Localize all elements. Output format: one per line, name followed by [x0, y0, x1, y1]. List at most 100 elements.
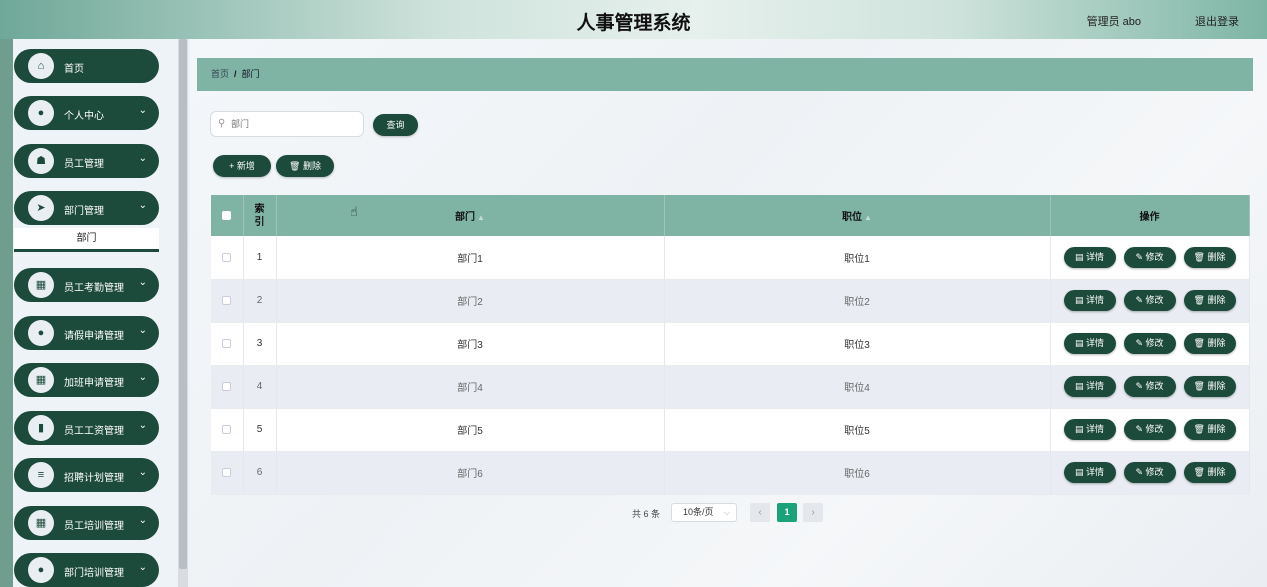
- thumb-icon: ☗: [28, 148, 54, 174]
- edit-button[interactable]: ✎ 修改: [1123, 290, 1176, 311]
- row-checkbox[interactable]: [222, 252, 232, 262]
- select-all-checkbox[interactable]: [222, 210, 232, 220]
- detail-button[interactable]: ▤ 详情: [1063, 290, 1116, 311]
- delete-button[interactable]: 🗑 删除: [1183, 376, 1236, 397]
- chevron-down-icon: ⌄: [138, 200, 147, 211]
- cell-index: 5: [243, 408, 277, 452]
- bar-chart-icon: ▮: [28, 415, 54, 441]
- detail-button[interactable]: ▤ 详情: [1063, 376, 1116, 397]
- logout-link[interactable]: 退出登录: [1195, 13, 1239, 29]
- table-row[interactable]: 4 部门4 职位4 ▤ 详情 ✎ 修改 🗑 删除: [211, 365, 1250, 409]
- row-checkbox[interactable]: [222, 295, 232, 305]
- add-button[interactable]: + 新增: [213, 155, 271, 177]
- row-select-cell[interactable]: [211, 365, 244, 409]
- row-select-cell[interactable]: [211, 279, 244, 323]
- document-icon: ▤: [1074, 424, 1086, 434]
- sidebar-item-label: 加班申请管理: [64, 378, 124, 389]
- next-page-button[interactable]: ›: [803, 503, 823, 522]
- edit-label: 修改: [1145, 381, 1164, 391]
- search-button[interactable]: 查询: [373, 114, 418, 136]
- batch-delete-button[interactable]: 🗑 删除: [276, 155, 334, 177]
- edit-label: 修改: [1145, 295, 1164, 305]
- delete-label: 删除: [1207, 424, 1226, 434]
- person-icon: ●: [28, 557, 54, 583]
- list-icon: ≡: [28, 462, 54, 488]
- sidebar-item-3[interactable]: ➤ 部门管理 ⌄: [14, 191, 159, 225]
- row-select-cell[interactable]: [211, 451, 244, 495]
- detail-button[interactable]: ▤ 详情: [1063, 419, 1116, 440]
- sidebar-scrollbar-thumb[interactable]: [179, 39, 187, 569]
- table-row[interactable]: 6 部门6 职位6 ▤ 详情 ✎ 修改 🗑 删除: [211, 451, 1250, 495]
- column-header-dept[interactable]: 部门 ▲: [276, 195, 665, 236]
- sidebar-item-6[interactable]: ▦ 加班申请管理 ⌄: [14, 363, 159, 397]
- submenu-item-dept[interactable]: 部门: [14, 228, 159, 252]
- detail-button[interactable]: ▤ 详情: [1063, 246, 1116, 268]
- edit-button[interactable]: ✎ 修改: [1123, 246, 1176, 268]
- sidebar-item-8[interactable]: ≡ 招聘计划管理 ⌄: [14, 458, 159, 492]
- edit-button[interactable]: ✎ 修改: [1123, 376, 1176, 397]
- column-header-actions: 操作: [1050, 195, 1250, 236]
- sidebar-item-1[interactable]: ● 个人中心 ⌄: [14, 96, 159, 130]
- row-checkbox[interactable]: [222, 381, 232, 391]
- sidebar-item-7[interactable]: ▮ 员工工资管理 ⌄: [14, 411, 159, 445]
- search-field[interactable]: ⚲: [210, 111, 364, 137]
- edit-label: 修改: [1145, 424, 1164, 434]
- sidebar-scrollbar[interactable]: [178, 39, 188, 587]
- cell-index: 6: [243, 451, 277, 495]
- sidebar-item-label: 员工管理: [64, 159, 104, 170]
- delete-button[interactable]: 🗑 删除: [1183, 462, 1236, 483]
- trash-icon: 🗑: [1193, 424, 1208, 434]
- chevron-down-icon: ⌄: [138, 467, 147, 478]
- sidebar-item-4[interactable]: ▦ 员工考勤管理 ⌄: [14, 268, 159, 302]
- sort-icon[interactable]: ▲: [477, 213, 485, 222]
- row-select-cell[interactable]: [211, 236, 244, 280]
- edit-button[interactable]: ✎ 修改: [1123, 419, 1176, 440]
- delete-label: 删除: [1207, 381, 1226, 391]
- sidebar-item-2[interactable]: ☗ 员工管理 ⌄: [14, 144, 159, 178]
- cell-index: 1: [243, 236, 277, 280]
- detail-button[interactable]: ▤ 详情: [1063, 333, 1116, 354]
- detail-label: 详情: [1086, 251, 1105, 262]
- sort-icon[interactable]: ▲: [864, 213, 872, 222]
- cell-position: 职位1: [664, 236, 1051, 280]
- trash-icon: 🗑: [1193, 251, 1208, 262]
- row-checkbox[interactable]: [222, 338, 232, 348]
- delete-button[interactable]: 🗑 删除: [1183, 246, 1236, 268]
- hand-cursor-icon: ☝: [350, 204, 358, 219]
- table-row[interactable]: 5 部门5 职位5 ▤ 详情 ✎ 修改 🗑 删除: [211, 408, 1250, 452]
- edit-label: 修改: [1145, 338, 1164, 348]
- page-number-current[interactable]: 1: [777, 503, 797, 522]
- page-size-select[interactable]: 10条/页 ⌵: [671, 503, 737, 522]
- pencil-icon: ✎: [1135, 338, 1146, 348]
- breadcrumb-home[interactable]: 首页: [211, 69, 229, 79]
- delete-button[interactable]: 🗑 删除: [1183, 333, 1236, 354]
- cell-index: 4: [243, 365, 277, 409]
- sidebar-item-9[interactable]: ▦ 员工培训管理 ⌄: [14, 506, 159, 540]
- select-all-cell[interactable]: [211, 195, 244, 236]
- table-row[interactable]: 1 部门1 职位1 ▤ 详情 ✎ 修改 🗑 删除: [211, 236, 1250, 280]
- table-row[interactable]: 2 部门2 职位2 ▤ 详情 ✎ 修改 🗑 删除: [211, 279, 1250, 323]
- sidebar-item-0[interactable]: ⌂ 首页: [14, 49, 159, 83]
- prev-page-button[interactable]: ‹: [750, 503, 770, 522]
- search-icon: ⚲: [218, 118, 226, 129]
- column-header-position[interactable]: 职位 ▲: [664, 195, 1051, 236]
- sidebar-item-5[interactable]: ● 请假申请管理 ⌄: [14, 316, 159, 350]
- row-checkbox[interactable]: [222, 424, 232, 434]
- grid-icon: ▦: [28, 272, 54, 298]
- detail-button[interactable]: ▤ 详情: [1063, 462, 1116, 483]
- edit-button[interactable]: ✎ 修改: [1123, 333, 1176, 354]
- trash-icon: 🗑: [1193, 381, 1208, 391]
- cell-dept: 部门2: [276, 279, 665, 323]
- search-input[interactable]: [231, 116, 359, 132]
- cell-dept: 部门3: [276, 322, 665, 366]
- row-select-cell[interactable]: [211, 408, 244, 452]
- row-checkbox[interactable]: [222, 467, 232, 477]
- person-icon: ●: [28, 320, 54, 346]
- sidebar-item-10[interactable]: ● 部门培训管理 ⌄: [14, 553, 159, 587]
- edit-button[interactable]: ✎ 修改: [1123, 462, 1176, 483]
- table-row[interactable]: 3 部门3 职位3 ▤ 详情 ✎ 修改 🗑 删除: [211, 322, 1250, 366]
- delete-button[interactable]: 🗑 删除: [1183, 419, 1236, 440]
- cell-dept: 部门6: [276, 451, 665, 495]
- row-select-cell[interactable]: [211, 322, 244, 366]
- delete-button[interactable]: 🗑 删除: [1183, 290, 1236, 311]
